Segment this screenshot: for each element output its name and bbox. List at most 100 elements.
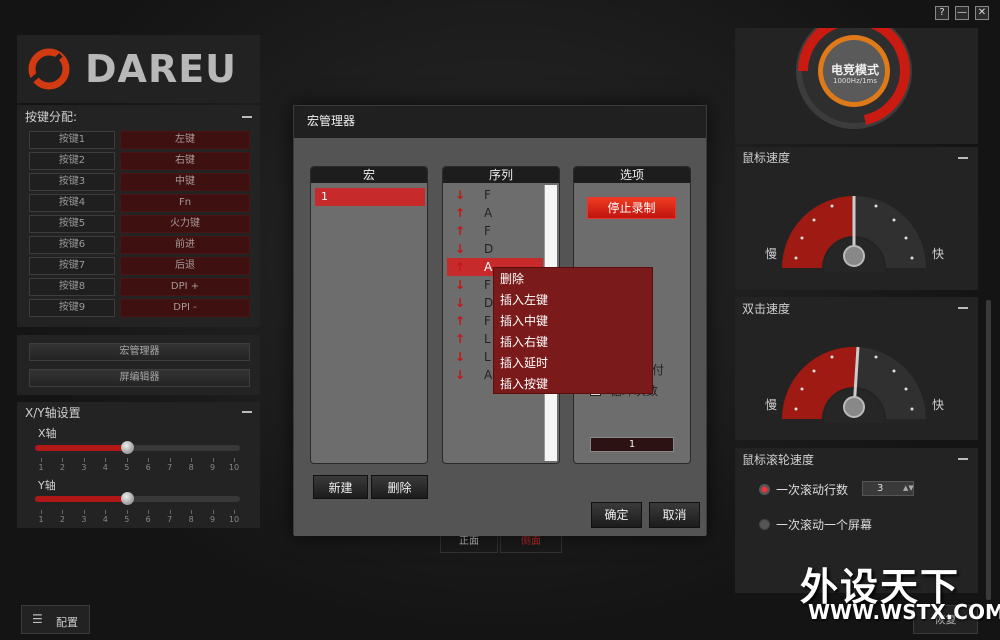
y-axis-ticks: 1 2 3 4 5 6 7 8 9 10 <box>35 510 240 524</box>
sequence-key: F <box>484 224 491 238</box>
key-value[interactable]: DPI + <box>120 278 250 296</box>
sequence-item[interactable]: ↑ A <box>447 204 543 222</box>
config-label: 配置 <box>56 616 78 629</box>
macro-item[interactable]: 1 <box>315 188 425 206</box>
right-panel-scrollbar[interactable] <box>986 300 991 600</box>
minimize-button[interactable]: — <box>955 6 969 20</box>
screen-editor-button[interactable]: 屏编辑器 <box>29 369 250 387</box>
context-menu-item[interactable]: 插入按键 <box>500 374 640 394</box>
key-down-arrow-icon: ↓ <box>455 242 466 256</box>
key-name: 按键9 <box>29 299 115 317</box>
wheel-lines-stepper[interactable]: 3 ▲▼ <box>862 481 914 496</box>
sequence-item[interactable]: ↓ D <box>447 240 543 258</box>
tick-mark <box>191 458 193 462</box>
sequence-key: F <box>484 278 491 292</box>
y-axis-label: Y轴 <box>38 479 56 492</box>
mouse-speed-gauge[interactable] <box>782 182 926 272</box>
tick-label: 6 <box>145 515 151 524</box>
key-value[interactable]: 左键 <box>120 131 250 149</box>
key-assign-row: 按键7 后退 <box>29 257 250 275</box>
context-menu-item[interactable]: 插入延时 <box>500 353 640 373</box>
wheel-speed-title: 鼠标滚轮速度 <box>742 453 815 467</box>
sequence-key: A <box>484 260 493 274</box>
tick-label: 8 <box>188 515 194 524</box>
tick-mark <box>234 458 235 462</box>
sequence-col-header: 序列 <box>443 167 559 183</box>
wheel-lines-value: 3 <box>877 483 884 494</box>
key-value[interactable]: 右键 <box>120 152 250 170</box>
context-menu-item[interactable]: 插入右键 <box>500 332 640 352</box>
mouse-speed-slow: 慢 <box>765 247 778 261</box>
context-menu-item[interactable]: 插入中键 <box>500 311 640 331</box>
tick-label: 4 <box>102 515 108 524</box>
collapse-icon[interactable] <box>958 157 968 159</box>
tick-label: 10 <box>228 515 240 524</box>
macro-list: 宏 1 <box>310 166 428 464</box>
dialog-title: 宏管理器 <box>294 106 706 138</box>
collapse-icon[interactable] <box>242 411 252 413</box>
collapse-icon[interactable] <box>958 458 968 460</box>
config-button[interactable]: ☰ 配置 <box>21 605 90 634</box>
cancel-button[interactable]: 取消 <box>649 502 700 528</box>
key-assign-row: 按键4 Fn <box>29 194 250 212</box>
tick-mark <box>148 510 150 514</box>
tick-label: 6 <box>145 463 151 472</box>
key-assign-row: 按键5 火力键 <box>29 215 250 233</box>
key-assign-row: 按键2 右键 <box>29 152 250 170</box>
delete-macro-button[interactable]: 删除 <box>371 475 428 499</box>
key-value[interactable]: Fn <box>120 194 250 212</box>
new-macro-button[interactable]: 新建 <box>313 475 368 499</box>
tick-label: 3 <box>81 515 87 524</box>
options-partial-label: 付 <box>652 363 665 377</box>
macro-col-header: 宏 <box>311 167 427 183</box>
tick-mark <box>126 458 128 462</box>
key-value[interactable]: 火力键 <box>120 215 250 233</box>
double-click-gauge[interactable] <box>782 333 926 423</box>
key-name: 按键1 <box>29 131 115 149</box>
context-menu: 删除 插入左键 插入中键 插入右键 插入延时 插入按键 <box>493 267 653 394</box>
key-assign-row: 按键8 DPI + <box>29 278 250 296</box>
tick-mark <box>105 510 107 514</box>
key-value[interactable]: 前进 <box>120 236 250 254</box>
key-assign-title: 按键分配: <box>25 110 78 124</box>
loop-count-input[interactable]: 1 <box>590 437 674 452</box>
sequence-item[interactable]: ↑ F <box>447 222 543 240</box>
key-value[interactable]: 后退 <box>120 257 250 275</box>
collapse-icon[interactable] <box>958 307 968 309</box>
y-axis-slider-knob[interactable] <box>120 492 134 505</box>
macro-manager-button[interactable]: 宏管理器 <box>29 343 250 361</box>
x-axis-slider-knob[interactable] <box>120 441 134 454</box>
stop-record-button[interactable]: 停止录制 <box>587 197 676 219</box>
stepper-arrows-icon[interactable]: ▲▼ <box>903 482 914 495</box>
key-down-arrow-icon: ↓ <box>455 188 466 202</box>
key-value[interactable]: 中键 <box>120 173 250 191</box>
key-value[interactable]: DPI - <box>120 299 250 317</box>
x-axis-slider[interactable] <box>35 441 240 454</box>
key-name: 按键6 <box>29 236 115 254</box>
key-name: 按键5 <box>29 215 115 233</box>
tick-mark <box>41 510 42 514</box>
help-button[interactable]: ? <box>935 6 949 20</box>
sequence-item[interactable]: ↓ F <box>447 186 543 204</box>
tick-label: 5 <box>124 515 130 524</box>
tick-mark <box>41 458 42 462</box>
context-menu-item[interactable]: 插入左键 <box>500 290 640 310</box>
tick-label: 9 <box>210 515 216 524</box>
x-axis-label: X轴 <box>38 427 57 440</box>
wheel-option-lines-radio[interactable] <box>759 484 770 495</box>
key-name: 按键3 <box>29 173 115 191</box>
sequence-key: A <box>484 368 493 382</box>
ok-button[interactable]: 确定 <box>591 502 642 528</box>
close-button[interactable]: ✕ <box>975 6 989 20</box>
list-icon: ☰ <box>32 612 43 626</box>
tick-label: 9 <box>210 463 216 472</box>
collapse-icon[interactable] <box>242 116 252 118</box>
context-menu-item[interactable]: 删除 <box>500 269 640 289</box>
double-click-title: 双击速度 <box>742 302 791 316</box>
key-assign-row: 按键1 左键 <box>29 131 250 149</box>
key-name: 按键8 <box>29 278 115 296</box>
wheel-option-screen-radio[interactable] <box>759 519 770 530</box>
y-axis-slider[interactable] <box>35 492 240 505</box>
key-up-arrow-icon: ↑ <box>455 332 466 346</box>
sequence-key: L <box>484 332 491 346</box>
